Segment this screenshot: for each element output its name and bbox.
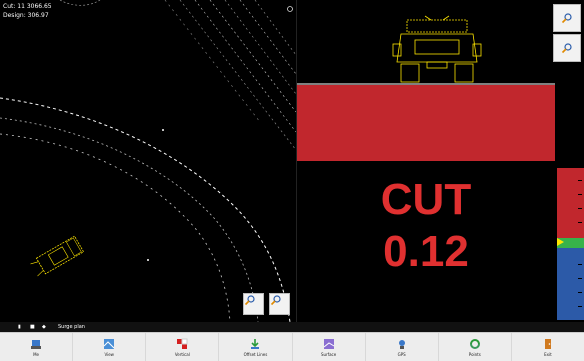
cut-readout: Cut: 11 3066.65	[3, 3, 52, 10]
cut-fill-display: CUT 0.12	[297, 174, 555, 278]
machine-rear-outline	[392, 15, 482, 83]
toolbar-label: Offset Lines	[243, 351, 268, 357]
profile-zoom-in-button[interactable]	[553, 4, 581, 32]
cut-region	[297, 85, 555, 161]
machine-outline	[30, 235, 85, 277]
toolbar-label: Me	[33, 351, 40, 357]
plan-view-drawing	[0, 0, 296, 322]
toolbar-button-vertical[interactable]: Vertical	[146, 333, 220, 361]
gps-status-icon: ◆	[42, 324, 46, 330]
monitor-icon: ■	[30, 324, 35, 330]
fill-band	[557, 248, 584, 320]
toolbar-button-me[interactable]: Me	[0, 333, 74, 361]
toolbar-label: View	[104, 351, 114, 357]
gps-icon	[398, 339, 405, 349]
toolbar-button-view[interactable]: View	[73, 333, 147, 361]
design-readout: Design: 306.97	[3, 12, 49, 19]
magnifier-icon	[561, 43, 572, 54]
cut-value: 0.12	[383, 227, 469, 276]
grade-pointer	[557, 238, 564, 246]
cut-label: CUT	[380, 175, 472, 224]
plan-view[interactable]: Cut: 11 3066.65 Design: 306.97	[0, 0, 296, 322]
signal-icon: ▮	[18, 324, 21, 330]
offset-lines-icon	[251, 338, 260, 349]
toolbar-button-surface[interactable]: Surface	[293, 333, 366, 361]
view-icon	[103, 338, 115, 349]
magnifier-icon	[270, 295, 281, 306]
exit-icon	[544, 338, 551, 349]
magnifier-icon	[244, 295, 255, 306]
toolbar-button-offset-lines[interactable]: Offset Lines	[219, 333, 293, 361]
status-bar: ▮ ■ ◆ Surge plan	[0, 322, 584, 332]
machine-icon	[31, 339, 42, 349]
toolbar-label: Vertical	[174, 351, 190, 357]
surface-icon	[323, 338, 334, 349]
toolbar-button-exit[interactable]: Exit	[512, 333, 584, 361]
profile-zoom-out-button[interactable]	[553, 34, 581, 62]
magnifier-icon	[561, 13, 572, 24]
toolbar-label: Exit	[544, 351, 552, 357]
plan-zoom-out-button[interactable]	[269, 293, 290, 315]
vertical-icon	[177, 338, 188, 349]
toolbar-button-gps[interactable]: GPS	[366, 333, 439, 361]
elevation-readout: Cut: 11 3066.65 Design: 306.97	[3, 2, 52, 20]
toolbar-label: Points	[468, 351, 481, 357]
points-icon	[469, 338, 480, 349]
plan-zoom-in-button[interactable]	[243, 293, 264, 315]
status-text: Surge plan	[58, 324, 85, 330]
bottom-toolbar: Me View Vertical Offset Lines Surface GP…	[0, 332, 584, 361]
grade-indicator-scale	[557, 168, 584, 320]
toolbar-label: GPS	[397, 351, 406, 357]
toolbar-label: Surface	[320, 351, 337, 357]
toolbar-button-points[interactable]: Points	[439, 333, 512, 361]
